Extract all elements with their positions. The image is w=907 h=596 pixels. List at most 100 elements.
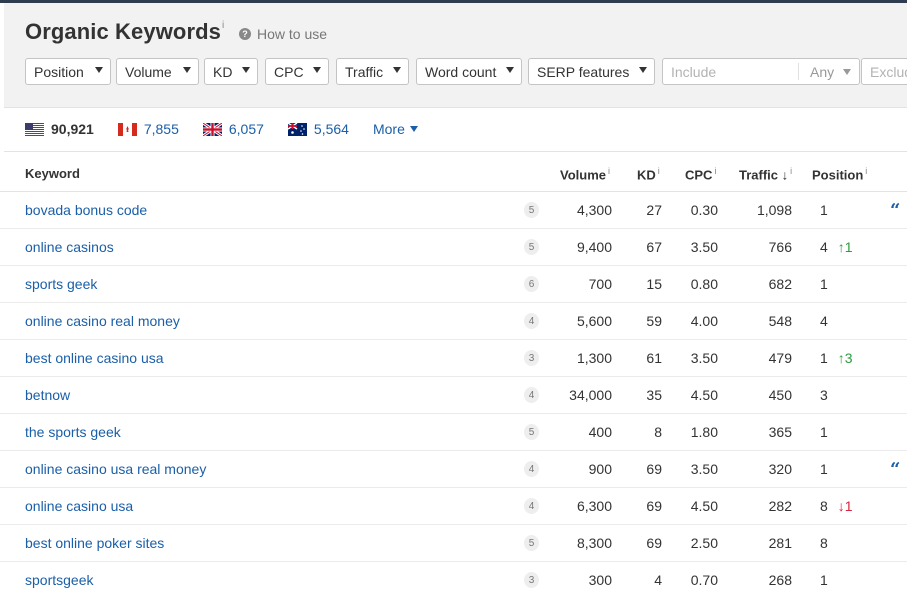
col-keyword-label: Keyword (25, 166, 80, 181)
cpc-value: 0.30 (690, 202, 718, 218)
volume-value: 1,300 (576, 350, 612, 366)
country-au[interactable]: 5,564 (287, 121, 349, 137)
volume-value: 6,300 (576, 498, 612, 514)
col-traffic[interactable]: Traffic ↓ i (739, 166, 792, 182)
position-value: 1 (820, 276, 828, 292)
serp-quote-icon[interactable]: “ (890, 200, 900, 221)
filter-traffic[interactable]: Traffic (336, 58, 409, 85)
traffic-value: 365 (768, 424, 792, 440)
word-count-badge: 4 (524, 461, 539, 477)
more-countries-button[interactable]: More (373, 121, 418, 137)
position-number: 1 (820, 276, 828, 292)
kd-value: 69 (646, 498, 662, 514)
table-row: best online casino usa 3 1,300 61 3.50 479 1 ↑3 (0, 340, 907, 377)
serp-quote-icon[interactable]: “ (890, 459, 900, 480)
country-ca[interactable]: 7,855 (117, 121, 179, 137)
kd-value: 69 (646, 461, 662, 477)
table-row: sportsgeek 3 300 4 0.70 268 1 (0, 562, 907, 596)
cpc-value: 3.50 (690, 350, 718, 366)
volume-value: 300 (588, 572, 612, 588)
volume-value: 5,600 (576, 313, 612, 329)
keyword-link[interactable]: sportsgeek (25, 572, 93, 588)
us-flag-icon (25, 122, 44, 136)
keyword-link[interactable]: best online casino usa (25, 350, 164, 366)
volume-value: 900 (588, 461, 612, 477)
filter-cpc[interactable]: CPC (265, 58, 329, 85)
include-mode-select[interactable]: Any (810, 64, 834, 80)
col-volume[interactable]: Volume i (560, 166, 610, 182)
keyword-link[interactable]: online casino usa real money (25, 461, 206, 477)
info-icon[interactable]: i (714, 166, 716, 176)
col-cpc-label: CPC (685, 167, 713, 183)
col-position[interactable]: Position i (812, 166, 867, 182)
title-info-icon[interactable]: i (222, 20, 224, 31)
kd-value: 8 (654, 424, 662, 440)
filter-label: Word count (425, 63, 497, 80)
volume-value: 9,400 (576, 239, 612, 255)
word-count-badge: 4 (524, 498, 539, 514)
sort-desc-icon: ↓ (781, 167, 789, 183)
position-value: 4 ↑1 (820, 239, 853, 255)
filter-label: KD (213, 63, 233, 80)
word-count-badge: 5 (524, 535, 539, 551)
keyword-link[interactable]: online casino real money (25, 313, 180, 329)
keyword-link[interactable]: sports geek (25, 276, 97, 292)
country-count: 6,057 (228, 121, 264, 137)
keyword-link[interactable]: online casino usa (25, 498, 133, 514)
info-icon[interactable]: i (608, 166, 610, 176)
keyword-link[interactable]: best online poker sites (25, 535, 164, 551)
filter-serp-features[interactable]: SERP features (528, 58, 655, 85)
table-body: bovada bonus code 5 4,300 27 0.30 1,098 1 “onli… (0, 192, 907, 596)
how-to-use-link[interactable]: ? How to use (239, 26, 327, 42)
cpc-value: 0.70 (690, 572, 718, 588)
table-row: betnow 4 34,000 35 4.50 450 3 (0, 377, 907, 414)
filter-position[interactable]: Position (25, 58, 111, 85)
col-kd[interactable]: KD i (637, 166, 660, 182)
col-traffic-label: Traffic (739, 167, 779, 183)
position-value: 1 (820, 424, 828, 440)
caret-down-icon (506, 67, 514, 73)
country-us[interactable]: 90,921 (25, 121, 94, 137)
position-value: 1 (820, 461, 828, 477)
keyword-link[interactable]: the sports geek (25, 424, 121, 440)
keyword-link[interactable]: betnow (25, 387, 70, 403)
traffic-value: 282 (768, 498, 792, 514)
keyword-link[interactable]: bovada bonus code (25, 202, 147, 218)
col-cpc[interactable]: CPC i (685, 166, 716, 182)
info-icon[interactable]: i (658, 166, 660, 176)
ca-flag-icon (117, 122, 137, 136)
caret-down-icon (95, 67, 103, 73)
word-count-badge: 5 (524, 239, 539, 255)
info-icon[interactable]: i (865, 166, 867, 176)
caret-down-icon (843, 69, 851, 75)
exclude-input[interactable]: Exclude (861, 58, 907, 85)
info-icon[interactable]: i (790, 166, 792, 176)
table-header: Keyword Volume i KD i CPC i Traffic ↓ i Posi… (0, 152, 907, 192)
cpc-value: 3.50 (690, 461, 718, 477)
caret-down-icon (242, 67, 250, 73)
page-title: Organic Keywords (25, 19, 221, 44)
au-flag-icon (287, 122, 307, 136)
gb-flag-icon (202, 122, 222, 136)
word-count-badge: 3 (524, 572, 539, 588)
table-row: online casino real money 4 5,600 59 4.00 548 4 (0, 303, 907, 340)
position-number: 1 (820, 572, 828, 588)
position-value: 1 (820, 572, 828, 588)
keyword-link[interactable]: online casinos (25, 239, 114, 255)
position-value: 1 (820, 202, 828, 218)
more-label: More (372, 121, 405, 137)
filter-word-count[interactable]: Word count (416, 58, 522, 85)
position-number: 1 (820, 202, 828, 218)
col-keyword[interactable]: Keyword (25, 166, 80, 181)
table-row: the sports geek 5 400 8 1.80 365 1 (0, 414, 907, 451)
country-gb[interactable]: 6,057 (202, 121, 264, 137)
position-change-up: ↑3 (837, 350, 853, 366)
filter-volume[interactable]: Volume (116, 58, 199, 85)
filter-kd[interactable]: KD (204, 58, 258, 85)
col-kd-label: KD (637, 167, 656, 183)
position-value: 4 (820, 313, 828, 329)
word-count-badge: 3 (524, 350, 539, 366)
volume-value: 700 (588, 276, 612, 292)
include-input[interactable]: Include Any (662, 58, 860, 85)
cpc-value: 0.80 (690, 276, 718, 292)
